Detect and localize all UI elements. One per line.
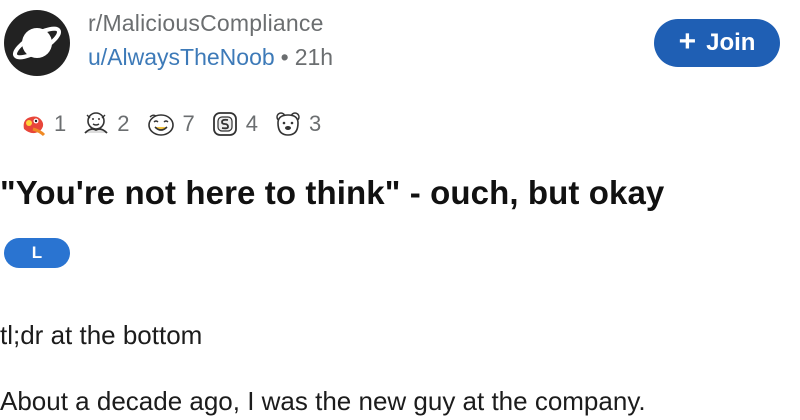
- wholesome-seal-award-icon: [23, 116, 46, 137]
- award-hug[interactable]: 2: [81, 109, 130, 139]
- award-smile[interactable]: 7: [145, 109, 195, 139]
- planet-icon: [12, 26, 62, 60]
- plus-icon: +: [678, 25, 697, 58]
- award-count: 7: [182, 111, 195, 136]
- post-meta: u/AlwaysTheNoob • 21h: [88, 44, 333, 71]
- meta-separator: •: [280, 44, 289, 70]
- subreddit-avatar[interactable]: [4, 10, 70, 76]
- smiling-face-award-icon: [147, 114, 174, 136]
- award-count: 2: [117, 111, 130, 136]
- award-count: 3: [309, 111, 322, 136]
- join-label: Join: [706, 29, 756, 56]
- award-snek[interactable]: 4: [210, 109, 258, 139]
- join-button[interactable]: + Join: [654, 19, 780, 67]
- post-body-line: tl;dr at the bottom: [0, 320, 203, 350]
- awards-row[interactable]: 1 2 7 4 3: [18, 104, 336, 144]
- post-title[interactable]: "You're not here to think" - ouch, but o…: [0, 174, 664, 212]
- snek-coin-award-icon: [212, 112, 237, 136]
- award-bear[interactable]: 3: [273, 109, 321, 139]
- bear-face-award-icon: [276, 112, 300, 136]
- subreddit-name[interactable]: r/MaliciousCompliance: [88, 10, 324, 37]
- award-count: 1: [54, 111, 67, 136]
- post-flair[interactable]: L: [4, 238, 70, 268]
- hug-award-icon: [84, 112, 108, 134]
- award-wholesome[interactable]: 1: [18, 109, 66, 139]
- author-link[interactable]: u/AlwaysTheNoob: [88, 44, 275, 70]
- award-count: 4: [245, 111, 258, 136]
- post-body-line: About a decade ago, I was the new guy at…: [0, 386, 646, 416]
- post-age: 21h: [294, 44, 334, 70]
